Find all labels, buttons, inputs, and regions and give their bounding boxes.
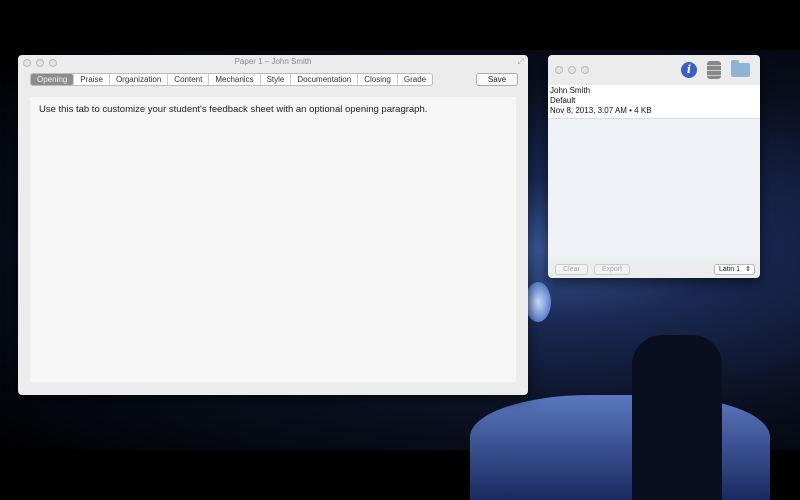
- file-details: Nov 8, 2013, 3:07 AM • 4 KB: [550, 106, 652, 115]
- window-title: Paper 1 – John Smith: [234, 57, 312, 66]
- info-icon[interactable]: i: [681, 62, 697, 78]
- tab-praise[interactable]: Praise: [73, 74, 109, 85]
- tab-mechanics[interactable]: Mechanics: [208, 74, 259, 85]
- encoding-value: Latin 1: [719, 266, 741, 273]
- moon: [525, 282, 551, 322]
- info-window: i John Smith Default Nov 8, 2013, 3:07 A…: [548, 55, 760, 278]
- encoding-select[interactable]: Latin 1 ⇕: [714, 264, 755, 275]
- tab-style[interactable]: Style: [259, 74, 291, 85]
- traffic-lights[interactable]: [555, 66, 589, 74]
- zoom-button[interactable]: [581, 66, 589, 74]
- clear-button[interactable]: Clear: [555, 264, 588, 275]
- opening-text-area[interactable]: Use this tab to customize your student's…: [30, 97, 516, 382]
- tab-content[interactable]: Content: [167, 74, 208, 85]
- export-button[interactable]: Export: [594, 264, 630, 275]
- paper-window: Paper 1 – John Smith ⤢ Opening Praise Or…: [18, 55, 528, 395]
- save-button[interactable]: Save: [476, 73, 518, 86]
- student-name: John Smith: [550, 86, 591, 95]
- fullscreen-icon[interactable]: ⤢: [518, 57, 524, 67]
- folder-icon[interactable]: [731, 60, 750, 77]
- tab-organization[interactable]: Organization: [108, 74, 167, 85]
- profile-name: Default: [550, 96, 576, 105]
- tab-closing[interactable]: Closing: [357, 74, 397, 85]
- minimize-button[interactable]: [568, 66, 576, 74]
- close-button[interactable]: [555, 66, 563, 74]
- opening-instructions: Use this tab to customize your student's…: [39, 104, 428, 115]
- figure-silhouette: [632, 335, 722, 500]
- file-list[interactable]: [548, 118, 760, 260]
- file-info: John Smith Default Nov 8, 2013, 3:07 AM …: [548, 85, 760, 118]
- tab-bar: Opening Praise Organization Content Mech…: [30, 73, 434, 86]
- tab-grade[interactable]: Grade: [396, 74, 432, 85]
- database-icon[interactable]: [707, 61, 721, 79]
- lake: [470, 395, 770, 500]
- select-arrows-icon: ⇕: [745, 266, 751, 273]
- tab-opening[interactable]: Opening: [31, 74, 74, 85]
- tab-documentation[interactable]: Documentation: [290, 74, 357, 85]
